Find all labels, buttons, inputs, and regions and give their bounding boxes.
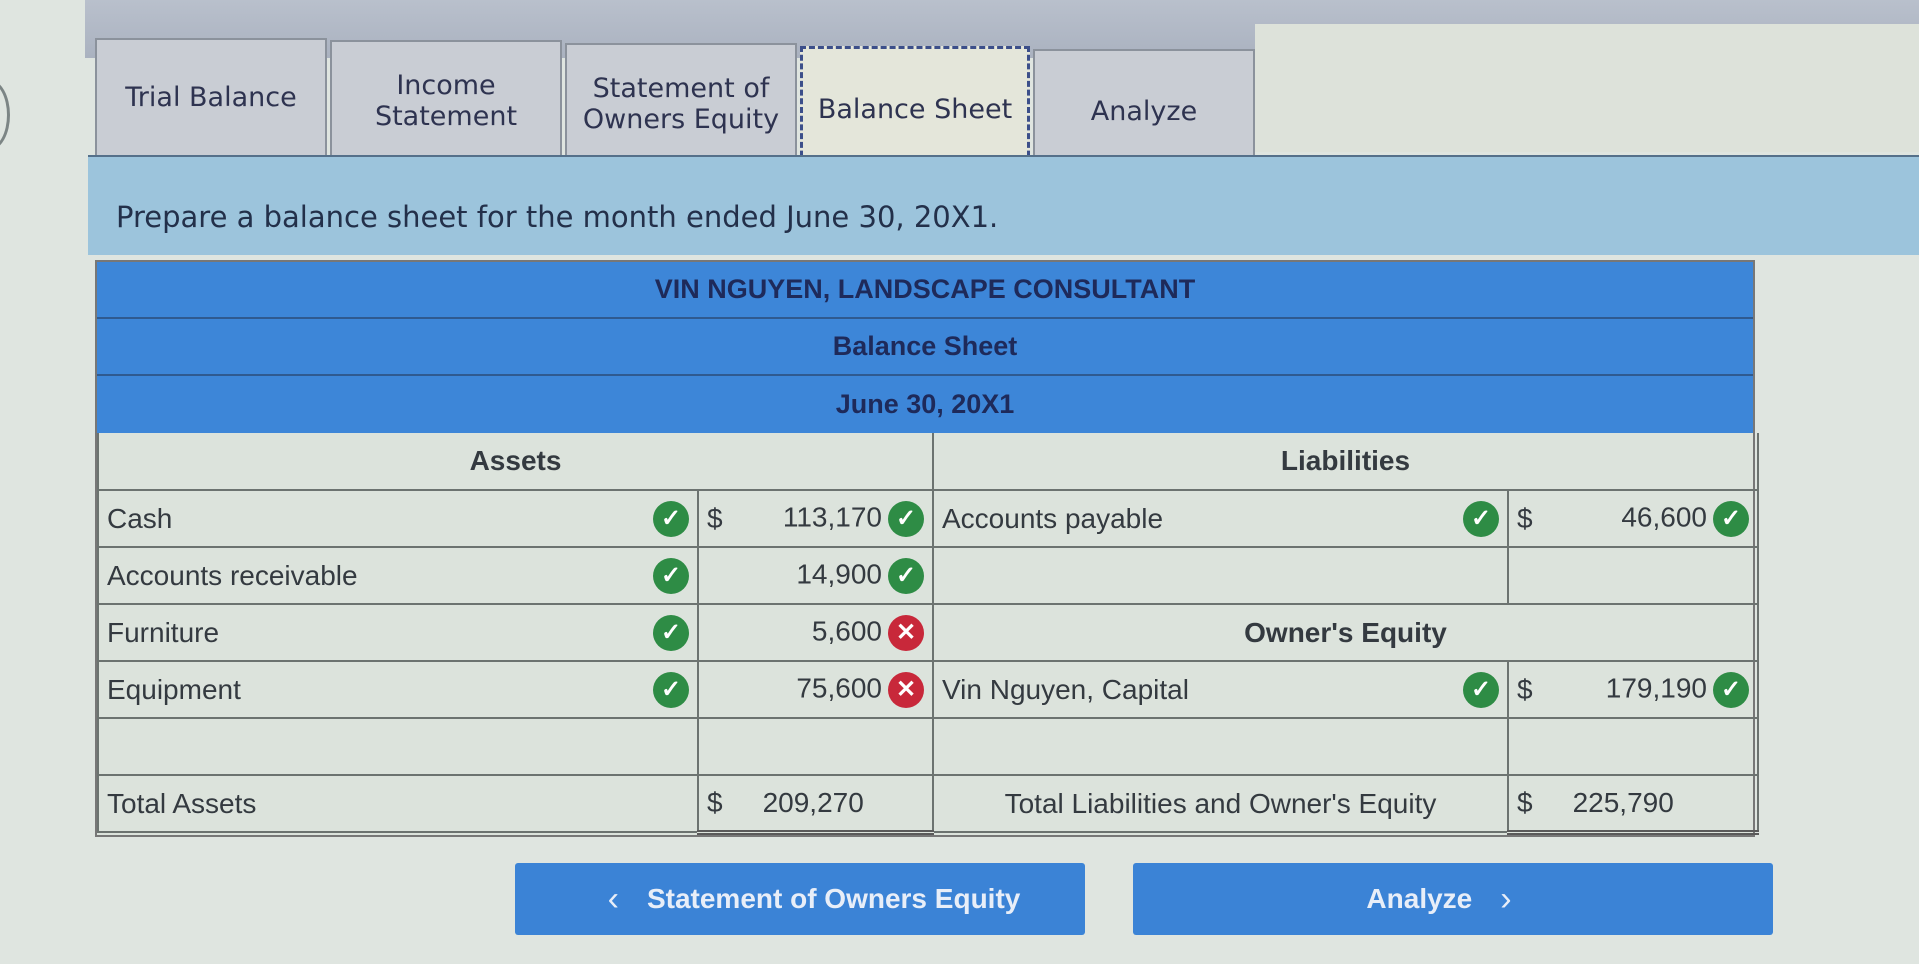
- total-liabilities-equity-label: Total Liabilities and Owner's Equity: [932, 774, 1509, 833]
- asset-label: Cash: [107, 502, 173, 534]
- instruction-banner: Prepare a balance sheet for the month en…: [88, 155, 1919, 255]
- equity-label: Vin Nguyen, Capital: [942, 673, 1189, 705]
- asset-label-input-furniture[interactable]: Furniture ✓: [97, 603, 699, 662]
- check-icon: ✓: [888, 557, 924, 594]
- dollar-sign: $: [707, 786, 723, 818]
- tab-income-statement[interactable]: Income Statement: [330, 40, 562, 162]
- asset-label-input-cash[interactable]: Cash ✓: [97, 489, 699, 548]
- owners-equity-section-title: Owner's Equity: [932, 603, 1759, 662]
- check-icon: ✓: [1713, 500, 1749, 537]
- prev-statement-of-owners-equity-button[interactable]: ‹ Statement of Owners Equity: [515, 863, 1085, 935]
- total-liabilities-equity-value: 225,790: [1572, 786, 1674, 818]
- liability-label-input-accounts-payable[interactable]: Accounts payable ✓: [932, 489, 1509, 548]
- tab-income-statement-label: Income Statement: [374, 69, 518, 132]
- asset-label: Equipment: [107, 673, 241, 705]
- asset-amount: 5,600: [811, 614, 882, 646]
- total-liabilities-equity-amount: $225,790: [1507, 774, 1759, 835]
- liabilities-section-title: Liabilities: [932, 433, 1759, 491]
- statement-date-header: June 30, 20X1: [97, 376, 1753, 433]
- liability-amount-input-empty[interactable]: [1507, 546, 1759, 605]
- asset-label-input-equipment[interactable]: Equipment ✓: [97, 660, 699, 719]
- statement-title-header: Balance Sheet: [97, 319, 1753, 376]
- chevron-left-icon: ‹: [607, 879, 619, 918]
- assets-section-title: Assets: [97, 433, 934, 491]
- check-icon: ✓: [653, 500, 689, 537]
- asset-label: Furniture: [107, 616, 220, 648]
- tab-soe-label: Statement of Owners Equity: [582, 72, 780, 135]
- check-icon: ✓: [653, 557, 689, 594]
- section-header-row: Assets Liabilities: [97, 433, 1759, 491]
- balance-sheet-table: Assets Liabilities Cash ✓ $113,170 ✓ Accou…: [97, 433, 1759, 835]
- next-button-label: Analyze: [1366, 883, 1473, 914]
- asset-amount-input-furniture[interactable]: 5,600 ✕: [697, 603, 934, 662]
- table-row: Equipment ✓ 75,600 ✕ Vin Nguyen, Capital ✓ …: [97, 660, 1759, 719]
- check-icon: ✓: [888, 500, 924, 537]
- equity-label-input-capital[interactable]: Vin Nguyen, Capital ✓: [932, 660, 1509, 719]
- check-icon: ✓: [1463, 500, 1499, 537]
- check-icon: ✓: [1713, 671, 1749, 708]
- dollar-sign: $: [1517, 673, 1533, 705]
- tab-trial-balance[interactable]: Trial Balance: [95, 38, 327, 158]
- balance-sheet-form: VIN NGUYEN, LANDSCAPE CONSULTANT Balance…: [95, 260, 1759, 837]
- equity-amount-input-capital[interactable]: $179,190 ✓: [1507, 660, 1759, 719]
- check-icon: ✓: [653, 614, 689, 651]
- dollar-sign: $: [707, 502, 723, 534]
- chevron-right-icon: ›: [1500, 879, 1512, 918]
- total-assets-value: 209,270: [762, 786, 864, 818]
- dollar-sign: $: [1517, 502, 1533, 534]
- asset-label-input-empty[interactable]: [97, 717, 699, 776]
- statement-date: June 30, 20X1: [835, 389, 1015, 419]
- company-name: VIN NGUYEN, LANDSCAPE CONSULTANT: [654, 274, 1196, 304]
- dollar-sign: $: [1517, 786, 1533, 818]
- asset-amount-input-equipment[interactable]: 75,600 ✕: [697, 660, 934, 719]
- asset-amount-input-accounts-receivable[interactable]: 14,900 ✓: [697, 546, 934, 605]
- statement-title: Balance Sheet: [832, 331, 1018, 361]
- tab-strip-background: [1255, 24, 1919, 152]
- prev-button-label: Statement of Owners Equity: [646, 883, 1021, 914]
- company-name-header: VIN NGUYEN, LANDSCAPE CONSULTANT: [97, 262, 1753, 319]
- asset-label: Accounts receivable: [107, 559, 358, 591]
- totals-row: Total Assets $209,270 Total Liabilities …: [97, 774, 1759, 835]
- table-row: Accounts receivable ✓ 14,900 ✓: [97, 546, 1759, 605]
- next-analyze-button[interactable]: Analyze ›: [1133, 863, 1773, 935]
- check-icon: ✓: [1463, 671, 1499, 708]
- tab-statement-of-owners-equity[interactable]: Statement of Owners Equity: [565, 43, 797, 165]
- equity-label-input-empty[interactable]: [932, 717, 1509, 776]
- asset-amount-input-empty[interactable]: [697, 717, 934, 776]
- equity-amount: 179,190: [1605, 671, 1707, 703]
- table-row: Furniture ✓ 5,600 ✕ Owner's Equity: [97, 603, 1759, 662]
- asset-amount-input-cash[interactable]: $113,170 ✓: [697, 489, 934, 548]
- table-row: [97, 717, 1759, 776]
- liability-amount: 46,600: [1621, 500, 1707, 532]
- x-icon: ✕: [888, 614, 924, 651]
- asset-amount: 14,900: [796, 557, 882, 589]
- asset-label-input-accounts-receivable[interactable]: Accounts receivable ✓: [97, 546, 699, 605]
- asset-amount: 113,170: [782, 500, 882, 532]
- side-circle-control[interactable]: [0, 80, 10, 150]
- table-row: Cash ✓ $113,170 ✓ Accounts payable ✓ $46,60…: [97, 489, 1759, 548]
- asset-amount: 75,600: [796, 671, 882, 703]
- liability-amount-input-accounts-payable[interactable]: $46,600 ✓: [1507, 489, 1759, 548]
- liability-label: Accounts payable: [942, 502, 1164, 534]
- check-icon: ✓: [653, 671, 689, 708]
- x-icon: ✕: [888, 671, 924, 708]
- liability-label-input-empty[interactable]: [932, 546, 1509, 605]
- equity-amount-input-empty[interactable]: [1507, 717, 1759, 776]
- total-assets-amount: $209,270: [697, 774, 934, 835]
- instruction-text: Prepare a balance sheet for the month en…: [116, 200, 999, 234]
- total-assets-label: Total Assets: [97, 774, 699, 833]
